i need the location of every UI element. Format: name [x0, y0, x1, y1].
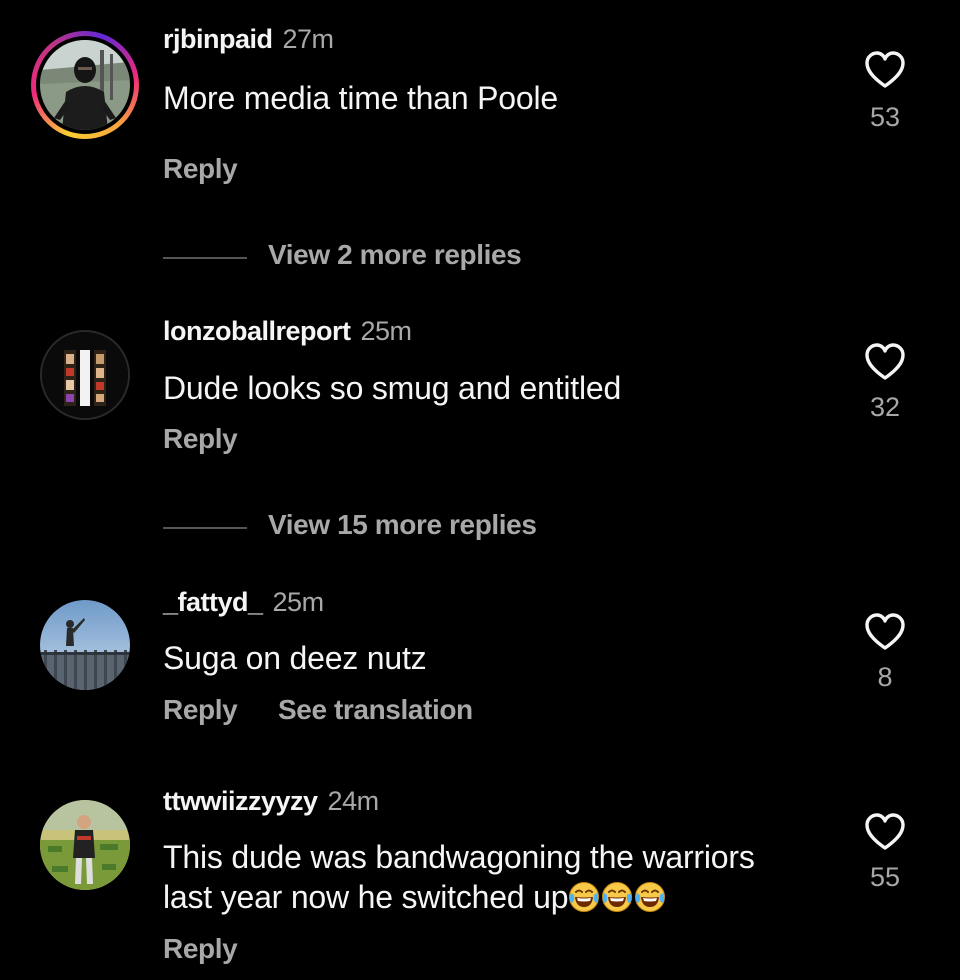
view-more-replies-label: View 2 more replies — [268, 239, 522, 270]
timestamp: 25m — [360, 316, 413, 346]
divider-line — [163, 527, 247, 529]
heart-icon[interactable] — [864, 342, 906, 382]
like-count: 53 — [869, 102, 901, 132]
comment-text: Dude looks so smug and entitled — [163, 370, 622, 406]
masked-person-avatar-icon[interactable] — [40, 40, 130, 130]
emoji-group — [568, 879, 667, 915]
username[interactable]: ttwwiizzyyzy — [163, 786, 318, 816]
comment-header: _fattyd_ 25m — [163, 587, 324, 618]
like-count: 55 — [869, 862, 901, 892]
comment-text: Suga on deez nutz — [163, 640, 427, 676]
comment-item: _fattyd_ 25m Suga on deez nutz Reply See … — [0, 570, 960, 750]
timestamp: 25m — [272, 587, 325, 617]
face-with-tears-of-joy-icon — [569, 882, 600, 912]
comment-header: lonzoballreport 25m — [163, 316, 412, 347]
reply-button[interactable]: Reply — [163, 694, 238, 726]
comment-header: ttwwiizzyyzy 24m — [163, 786, 379, 817]
username[interactable]: _fattyd_ — [163, 587, 263, 617]
divider-line — [163, 257, 247, 259]
reply-button[interactable]: Reply — [163, 933, 238, 965]
face-with-tears-of-joy-icon — [602, 882, 633, 912]
comment-item: ttwwiizzyyzy 24m This dude was bandwagoni… — [0, 770, 960, 980]
comment-text-line: last year now he switched up — [163, 879, 569, 915]
person-on-grass-avatar-icon[interactable] — [40, 800, 130, 890]
view-more-replies-button[interactable]: View 15 more replies — [163, 509, 583, 545]
reply-button[interactable]: Reply — [163, 423, 238, 455]
comment-text-line-2: last year now he switched up — [163, 877, 843, 917]
outdoor-person-avatar-icon[interactable] — [40, 600, 130, 690]
see-translation-button[interactable]: See translation — [278, 694, 473, 726]
like-count: 8 — [877, 662, 893, 692]
comment-text: More media time than Poole — [163, 80, 559, 116]
username[interactable]: rjbinpaid — [163, 24, 273, 54]
username[interactable]: lonzoballreport — [163, 316, 351, 346]
basketball-collage-avatar-icon[interactable] — [40, 330, 130, 420]
view-more-replies-label: View 15 more replies — [268, 509, 537, 540]
face-with-tears-of-joy-icon — [635, 882, 666, 912]
comment-text: This dude was bandwagoning the warriors … — [163, 837, 843, 917]
like-count: 32 — [869, 392, 901, 422]
heart-icon[interactable] — [864, 50, 906, 90]
comment-item: rjbinpaid 27m More media time than Poole … — [0, 0, 960, 200]
timestamp: 27m — [282, 24, 335, 54]
comment-text-line: This dude was bandwagoning the warriors — [163, 839, 755, 875]
heart-icon[interactable] — [864, 812, 906, 852]
comment-header: rjbinpaid 27m — [163, 24, 334, 55]
view-more-replies-button[interactable]: View 2 more replies — [163, 239, 563, 275]
reply-button[interactable]: Reply — [163, 153, 238, 185]
comment-item: lonzoballreport 25m Dude looks so smug an… — [0, 300, 960, 470]
heart-icon[interactable] — [864, 612, 906, 652]
timestamp: 24m — [327, 786, 380, 816]
